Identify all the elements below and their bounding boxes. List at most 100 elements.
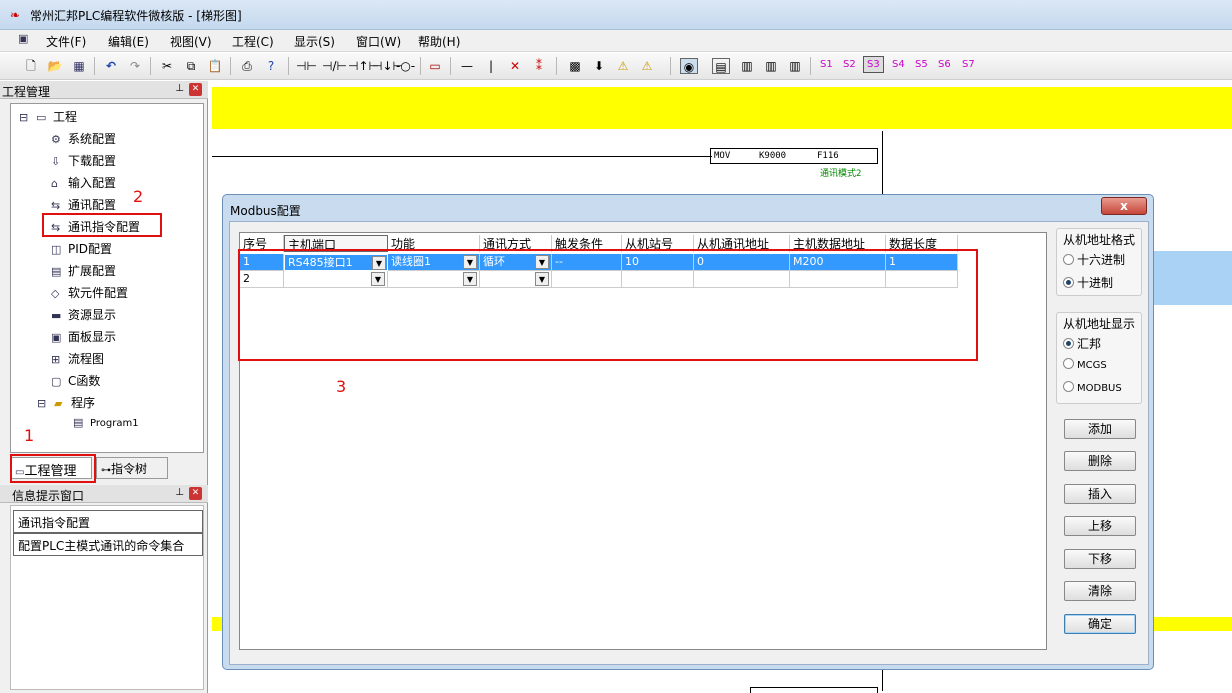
addr-display-group: 从机地址显示 汇邦 MCGS MODBUS xyxy=(1056,312,1142,404)
contact-no-icon[interactable]: ⊣⊢ xyxy=(296,58,317,74)
close-icon[interactable]: ✕ xyxy=(189,83,202,96)
ladder-selection xyxy=(1150,251,1232,305)
tab-instruction-tree[interactable]: ⊶指令树 xyxy=(96,457,168,479)
print-icon[interactable]: ⎙ xyxy=(238,58,256,74)
compile-icon[interactable]: ▩ xyxy=(566,58,584,74)
station-s5[interactable]: S5 xyxy=(915,59,928,70)
flowchart-icon: ⊞ xyxy=(51,353,61,366)
station-s6[interactable]: S6 xyxy=(938,59,951,70)
move-down-button[interactable]: 下移 xyxy=(1064,549,1136,569)
tree-item-resource-display[interactable]: ▬ 资源显示 xyxy=(51,306,116,323)
c-function-icon: ▢ xyxy=(51,375,62,388)
warning-icon[interactable]: ⚠ xyxy=(614,58,632,74)
menu-help[interactable]: 帮助(H) xyxy=(418,33,460,50)
open-folder-icon[interactable]: 📂 xyxy=(46,58,64,74)
tree-item-program[interactable]: ⊟ ▰ 程序 xyxy=(37,394,95,411)
tree-item-c-function[interactable]: ▢ C函数 xyxy=(51,372,100,389)
radio-button-icon[interactable] xyxy=(1063,381,1074,392)
radio-button-icon[interactable] xyxy=(1063,338,1074,349)
download-config-icon: ⇩ xyxy=(51,155,61,168)
menu-file[interactable]: 文件(F) xyxy=(46,33,86,50)
contact-nc-icon[interactable]: ⊣/⊢ xyxy=(322,58,347,74)
redo-icon[interactable]: ↷ xyxy=(126,58,144,74)
tree-item-panel-display[interactable]: ▣ 面板显示 xyxy=(51,328,116,345)
save-icon[interactable]: ▦ xyxy=(70,58,88,74)
contact-rise-icon[interactable]: ⊣↑⊢ xyxy=(348,58,379,74)
radio-button-icon[interactable] xyxy=(1063,358,1074,369)
copy-icon[interactable]: ⧉ xyxy=(182,58,200,74)
annotation-label-3: 3 xyxy=(336,377,347,396)
download-icon[interactable]: ⬇ xyxy=(590,58,608,74)
station-s1[interactable]: S1 xyxy=(820,59,833,70)
menu-view[interactable]: 视图(V) xyxy=(170,33,212,50)
radio-modbus[interactable]: MODBUS xyxy=(1063,381,1122,394)
monitor-warning-icon[interactable]: ⚠ xyxy=(638,58,656,74)
tree-item-input-config[interactable]: ⌂ 输入配置 xyxy=(51,174,116,191)
station-s3[interactable]: S3 xyxy=(863,56,884,73)
delete-vline-icon[interactable]: ⁑ xyxy=(530,58,548,74)
station-s2[interactable]: S2 xyxy=(843,59,856,70)
delete-hline-icon[interactable]: ✕ xyxy=(506,58,524,74)
radio-mcgs[interactable]: MCGS xyxy=(1063,358,1107,371)
station-s4[interactable]: S4 xyxy=(892,59,905,70)
project-icon: ▭ xyxy=(36,111,47,124)
clear-button[interactable]: 清除 xyxy=(1064,581,1136,601)
annotation-box-tab xyxy=(10,454,96,483)
gear-icon: ⚙ xyxy=(51,133,61,146)
paste-icon[interactable]: 📋 xyxy=(206,58,224,74)
new-file-icon[interactable]: 🗋 xyxy=(22,58,40,74)
tree-item-pid-config[interactable]: ◫ PID配置 xyxy=(51,240,112,257)
info-panel-title: 信息提示窗口 xyxy=(12,489,85,503)
tree-item-comm-config[interactable]: ⇆ 通讯配置 xyxy=(51,196,116,213)
collapse-icon[interactable]: ⊟ xyxy=(19,111,33,124)
add-button[interactable]: 添加 xyxy=(1064,419,1136,439)
resource-icon: ▬ xyxy=(51,309,62,322)
help-icon[interactable]: ? xyxy=(262,58,280,74)
chip1-icon[interactable]: ▥ xyxy=(738,58,756,74)
radio-huibang[interactable]: 汇邦 xyxy=(1063,335,1101,352)
tree-item-download-config[interactable]: ⇩ 下载配置 xyxy=(51,152,116,169)
station-s7[interactable]: S7 xyxy=(962,59,975,70)
tree-item-flowchart[interactable]: ⊞ 流程图 xyxy=(51,350,104,367)
vline-icon[interactable]: | xyxy=(482,58,500,74)
delete-button[interactable]: 删除 xyxy=(1064,451,1136,471)
tree-item-program1[interactable]: ▤ Program1 xyxy=(73,416,139,429)
expansion-icon: ▤ xyxy=(51,265,62,278)
ok-button[interactable]: 确定 xyxy=(1064,614,1136,634)
dialog-close-button[interactable]: x xyxy=(1101,197,1147,215)
close-icon[interactable]: ✕ xyxy=(189,487,202,500)
tree-item-expansion-config[interactable]: ▤ 扩展配置 xyxy=(51,262,116,279)
tree-item-softcomp-config[interactable]: ◇ 软元件配置 xyxy=(51,284,128,301)
plc-icon: ▣ xyxy=(18,32,29,45)
menu-bar: ▣ 文件(F) 编辑(E) 视图(V) 工程(C) 显示(S) 窗口(W) 帮助… xyxy=(0,30,1232,52)
monitor-icon[interactable]: ◉ xyxy=(680,58,698,74)
radio-decimal[interactable]: 十进制 xyxy=(1063,274,1113,291)
chip3-icon[interactable]: ▥ xyxy=(786,58,804,74)
move-up-button[interactable]: 上移 xyxy=(1064,516,1136,536)
menu-window[interactable]: 窗口(W) xyxy=(356,33,401,50)
dialog-title: Modbus配置 xyxy=(230,204,301,218)
chip2-icon[interactable]: ▥ xyxy=(762,58,780,74)
tree-item-system-config[interactable]: ⚙ 系统配置 xyxy=(51,130,116,147)
menu-project[interactable]: 工程(C) xyxy=(232,33,274,50)
pin-icon[interactable]: ⊥ xyxy=(175,487,184,498)
annotation-box-tree-item xyxy=(42,213,162,237)
pin-icon[interactable]: ⊥ xyxy=(175,83,184,94)
function-box-icon[interactable]: ▭ xyxy=(426,58,444,74)
tree-root[interactable]: ⊟ ▭ 工程 xyxy=(19,108,77,125)
menu-edit[interactable]: 编辑(E) xyxy=(108,33,149,50)
hline-icon[interactable]: — xyxy=(458,58,476,74)
menu-display[interactable]: 显示(S) xyxy=(294,33,335,50)
radio-button-icon[interactable] xyxy=(1063,277,1074,288)
cut-icon[interactable]: ✂ xyxy=(158,58,176,74)
collapse-icon[interactable]: ⊟ xyxy=(37,397,51,410)
undo-icon[interactable]: ↶ xyxy=(102,58,120,74)
radio-hex[interactable]: 十六进制 xyxy=(1063,251,1125,268)
mov-instruction-box[interactable]: MOV K9000 F116 xyxy=(710,148,878,164)
chip-mode-icon[interactable]: ▤ xyxy=(712,58,730,74)
coil-icon[interactable]: -○- xyxy=(396,58,415,74)
radio-button-icon[interactable] xyxy=(1063,254,1074,265)
title-bar: ❧ 常州汇邦PLC编程软件微核版 - [梯形图] xyxy=(0,0,1232,30)
contact-fall-icon[interactable]: ⊣↓⊢ xyxy=(372,58,403,74)
insert-button[interactable]: 插入 xyxy=(1064,484,1136,504)
